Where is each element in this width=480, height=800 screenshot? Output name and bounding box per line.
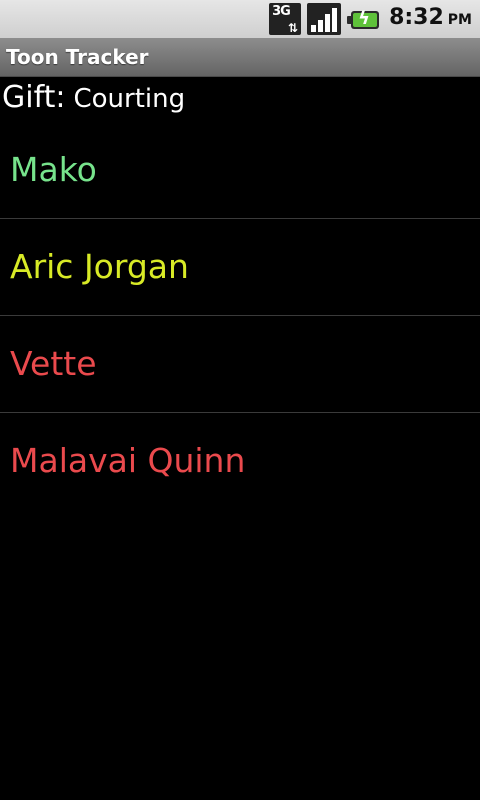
list-item[interactable]: Mako bbox=[0, 122, 480, 219]
network-type-label: 3G bbox=[272, 4, 291, 19]
list-item[interactable]: Vette bbox=[0, 316, 480, 413]
charging-bolt-icon: ϟ bbox=[358, 8, 370, 29]
list-item[interactable]: Aric Jorgan bbox=[0, 219, 480, 316]
clock-time: 8:32 bbox=[389, 5, 444, 30]
toon-name: Vette bbox=[10, 344, 97, 383]
toon-name: Aric Jorgan bbox=[10, 247, 189, 286]
signal-strength-icon bbox=[307, 3, 342, 35]
data-arrows-icon: ⇅ bbox=[288, 21, 299, 35]
gift-header: Gift: Courting bbox=[2, 80, 185, 122]
status-clock: 8:32 PM bbox=[389, 0, 472, 39]
toon-list: Mako Aric Jorgan Vette Malavai Quinn bbox=[0, 122, 480, 509]
status-bar: 3G ⇅ ϟ 8:32 PM bbox=[0, 0, 480, 38]
toon-name: Malavai Quinn bbox=[10, 441, 246, 480]
app-title: Toon Tracker bbox=[6, 45, 149, 69]
list-item[interactable]: Malavai Quinn bbox=[0, 413, 480, 509]
app-title-bar: Toon Tracker bbox=[0, 38, 480, 77]
battery-charging-icon: ϟ bbox=[347, 3, 383, 35]
gift-colon: : bbox=[55, 80, 66, 115]
gift-label: Gift bbox=[2, 80, 56, 115]
clock-ampm: PM bbox=[447, 12, 472, 28]
gift-value: Courting bbox=[73, 84, 186, 114]
toon-name: Mako bbox=[10, 150, 97, 189]
status-icons: 3G ⇅ ϟ 8:32 PM bbox=[269, 0, 472, 38]
network-3g-icon: 3G ⇅ bbox=[269, 3, 302, 35]
